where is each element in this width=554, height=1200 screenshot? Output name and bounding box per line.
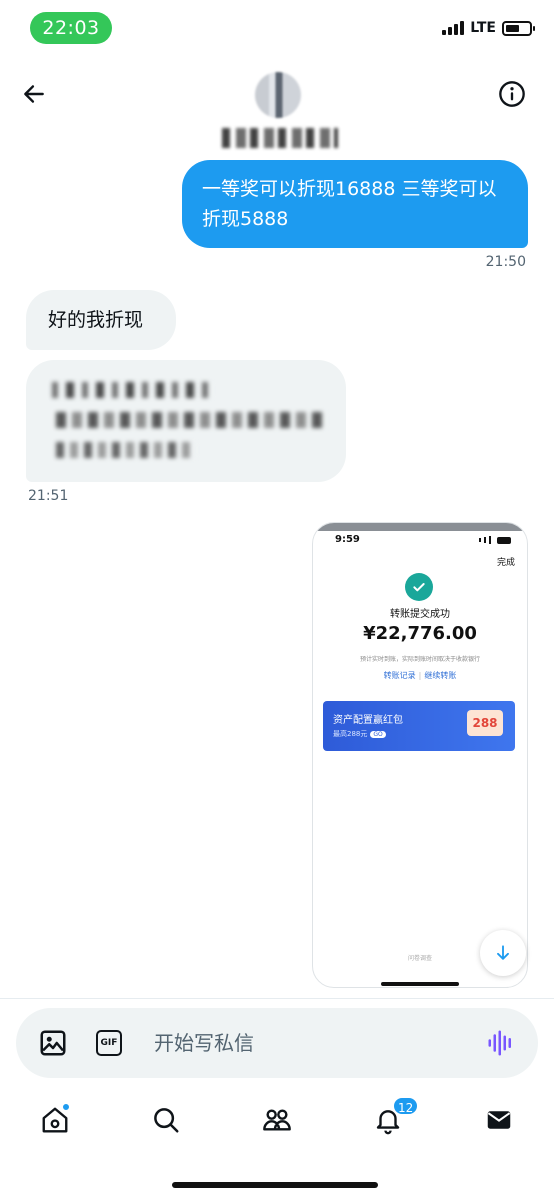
image-attachment[interactable]: 9:59 完成 转账提交成功 ¥22,776.00 预计实时到账，实际到账时间取… [312, 522, 528, 988]
attachment-amount: ¥22,776.00 [363, 623, 477, 644]
message-bubble-outgoing[interactable]: 一等奖可以折现16888 三等奖可以折现5888 [182, 160, 528, 248]
tab-search[interactable] [148, 1102, 184, 1138]
add-image-button[interactable] [38, 1028, 68, 1058]
composer-divider [0, 998, 554, 999]
signal-icon [442, 21, 465, 35]
tab-notifications[interactable]: 12 [370, 1096, 420, 1138]
check-circle-icon [405, 573, 433, 601]
back-button[interactable] [16, 76, 52, 112]
attachment-note: 预计实时到账，实际到账时间取决于收款银行 [359, 656, 480, 663]
message-bubble-incoming-redacted[interactable] [26, 360, 346, 482]
attachment-done-label: 完成 [496, 558, 515, 568]
banner-subtitle: 最高288元 GO [333, 729, 386, 739]
status-time: 22:03 [30, 12, 112, 44]
image-icon [40, 1030, 66, 1056]
bottom-tab-bar: 12 [0, 1090, 554, 1160]
tab-home[interactable] [37, 1102, 73, 1138]
voice-message-button[interactable] [486, 1028, 516, 1058]
messages-icon [487, 1111, 511, 1129]
attachment-promo-banner: 资产配置赢红包 最高288元 GO 288 [323, 701, 515, 751]
attachment-status-time: 9:59 [335, 534, 360, 545]
tab-communities[interactable] [259, 1102, 295, 1138]
message-timestamp: 21:51 [28, 488, 69, 504]
info-circle-icon [499, 81, 525, 107]
scroll-to-bottom-button[interactable] [480, 930, 526, 976]
info-button[interactable] [494, 76, 530, 112]
banner-title: 资产配置赢红包 [333, 715, 403, 726]
tab-messages[interactable] [481, 1102, 517, 1138]
message-composer: GIF [16, 1008, 538, 1078]
banner-tag: GO [370, 731, 386, 738]
status-indicators: LTE [442, 20, 535, 36]
communities-icon [263, 1109, 291, 1131]
attachment-status-icons [479, 536, 511, 544]
attachment-home-indicator [381, 982, 459, 986]
attachment-title: 转账提交成功 [390, 609, 450, 620]
message-input[interactable] [154, 1022, 464, 1064]
waveform-icon [488, 1030, 511, 1056]
notifications-count-badge: 12 [392, 1096, 420, 1116]
attachment-links: 转账记录 | 继续转账 [383, 671, 457, 680]
contact-name-redacted [222, 128, 338, 148]
status-bar: 22:03 LTE [0, 0, 554, 56]
arrow-left-icon [24, 85, 44, 103]
attachment-link-continue: 继续转账 [424, 671, 457, 680]
network-label: LTE [470, 20, 496, 36]
home-indicator [172, 1182, 378, 1188]
arrow-down-icon [497, 945, 509, 960]
battery-icon [502, 20, 535, 36]
message-timestamp: 21:50 [485, 254, 526, 270]
avatar[interactable] [255, 72, 301, 118]
home-new-dot [61, 1102, 71, 1112]
gif-button[interactable]: GIF [96, 1030, 122, 1056]
message-bubble-incoming[interactable]: 好的我折现 [26, 290, 176, 350]
attachment-link-records: 转账记录 [383, 671, 416, 680]
search-icon [154, 1108, 179, 1133]
red-envelope-badge: 288 [467, 710, 503, 736]
